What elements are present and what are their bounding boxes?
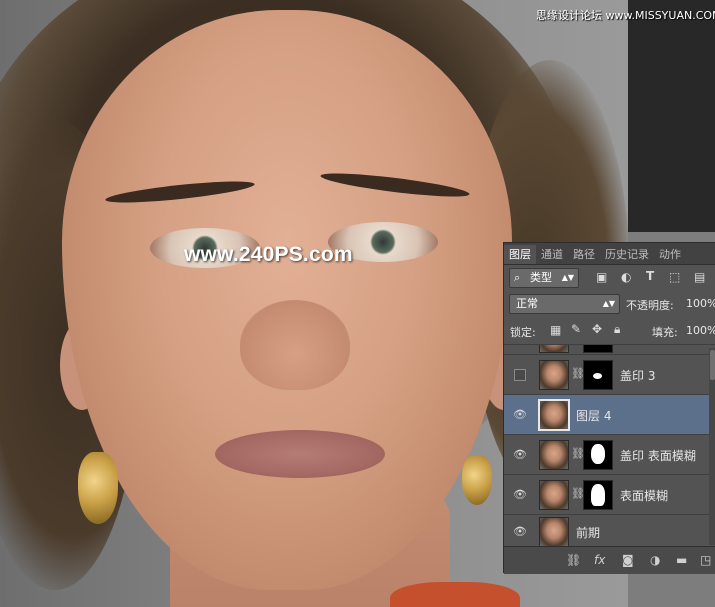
layer-name: 盖印 3 [620,369,656,383]
app-background-strip [628,0,715,232]
left-earring [78,452,118,524]
layer-thumbnail [539,360,569,390]
shirt [390,582,520,607]
search-icon: ⌕ [514,271,521,284]
blend-mode-select[interactable]: 正常 ▲▼ [509,294,620,314]
layers-scrollbar[interactable] [709,348,715,545]
layer-row[interactable]: 👁︎ 前期 [504,514,715,547]
fx-icon[interactable]: fx [594,553,605,567]
visibility-toggle-off[interactable] [514,369,526,381]
fill-value[interactable]: 100% [686,324,715,337]
right-earring [462,455,492,505]
site-banner: 思缘设计论坛 www.MISSYUAN.COM [536,9,715,22]
layer-row[interactable]: ⛓ 盖印 3 [504,354,715,395]
layer-mask-thumbnail[interactable] [583,440,613,470]
layer-row-partial[interactable] [504,344,715,354]
updown-arrows-icon: ▲▼ [561,273,574,282]
smart-object-filter-icon[interactable]: ▤ [694,270,705,284]
eye-icon[interactable]: 👁︎ [513,488,527,502]
panel-tabs: 图层 通道 路径 历史记录 动作 [504,243,715,265]
opacity-value[interactable]: 100% [686,297,715,310]
lock-position-icon[interactable]: ✥ [592,322,602,336]
new-layer-icon[interactable]: ◳ [700,553,711,567]
blend-mode-value: 正常 [516,297,538,310]
adjustment-filter-icon[interactable]: ◐ [621,270,631,284]
layers-panel: 图层 通道 路径 历史记录 动作 ⌕ 类型 ▲▼ ▣ ◐ T ⬚ ▤ 正常 ▲▼… [503,242,715,574]
text-filter-icon[interactable]: T [646,269,654,283]
filter-row: ⌕ 类型 ▲▼ ▣ ◐ T ⬚ ▤ [504,266,715,290]
layer-row-selected[interactable]: 👁︎ 图层 4 [504,394,715,435]
shape-filter-icon[interactable]: ⬚ [669,270,680,284]
layer-thumbnail [539,345,569,353]
fill-label: 填充: [652,326,678,339]
link-icon[interactable]: ⛓ [566,553,581,567]
layer-name: 前期 [576,526,601,540]
lock-all-icon[interactable]: 🔒︎ [614,322,620,337]
lock-transparency-icon[interactable]: ▦ [550,323,561,337]
layer-thumbnail [539,480,569,510]
layer-mask-thumbnail [583,345,613,353]
layers-footer: ⛓ fx ◙ ◑ ▬ ◳ [504,546,715,574]
lock-label: 锁定: [510,326,536,339]
layer-row[interactable]: 👁︎ ⛓ 表面模糊 [504,474,715,515]
layer-thumbnail [539,440,569,470]
layer-name: 图层 4 [576,409,612,423]
tab-paths[interactable]: 路径 [568,245,600,264]
filter-kind-select[interactable]: ⌕ 类型 ▲▼ [509,268,579,288]
nose [240,300,350,390]
filter-kind-label: 类型 [530,271,552,284]
blend-row: 正常 ▲▼ 不透明度: 100% [504,292,715,316]
tab-channels[interactable]: 通道 [536,245,568,264]
new-group-icon[interactable]: ▬ [676,553,687,567]
watermark: www.240PS.com [184,243,353,266]
lips [215,430,385,478]
layer-thumbnail [538,399,570,431]
add-mask-icon[interactable]: ◙ [622,553,634,567]
lock-row: 锁定: ▦ ✎ ✥ 🔒︎ 填充: 100% [504,319,715,343]
lock-paint-icon[interactable]: ✎ [571,322,581,336]
eye-icon[interactable]: 👁︎ [513,448,527,462]
opacity-label: 不透明度: [626,299,674,312]
layer-name: 表面模糊 [620,489,669,503]
tab-history[interactable]: 历史记录 [600,245,654,264]
tab-layers[interactable]: 图层 [504,245,536,264]
tab-actions[interactable]: 动作 [654,245,686,264]
layer-mask-thumbnail[interactable] [583,360,613,390]
eye-icon[interactable]: 👁︎ [513,525,527,539]
updown-arrows-icon: ▲▼ [602,299,615,308]
scrollbar-thumb[interactable] [710,350,715,380]
layer-thumbnail [539,517,569,547]
eye-icon[interactable]: 👁︎ [513,408,527,422]
image-filter-icon[interactable]: ▣ [596,270,607,284]
layer-name: 盖印 表面模糊 [620,449,696,463]
layer-row[interactable]: 👁︎ ⛓ 盖印 表面模糊 [504,434,715,475]
layer-mask-thumbnail[interactable] [583,480,613,510]
adjustment-layer-icon[interactable]: ◑ [650,553,660,567]
